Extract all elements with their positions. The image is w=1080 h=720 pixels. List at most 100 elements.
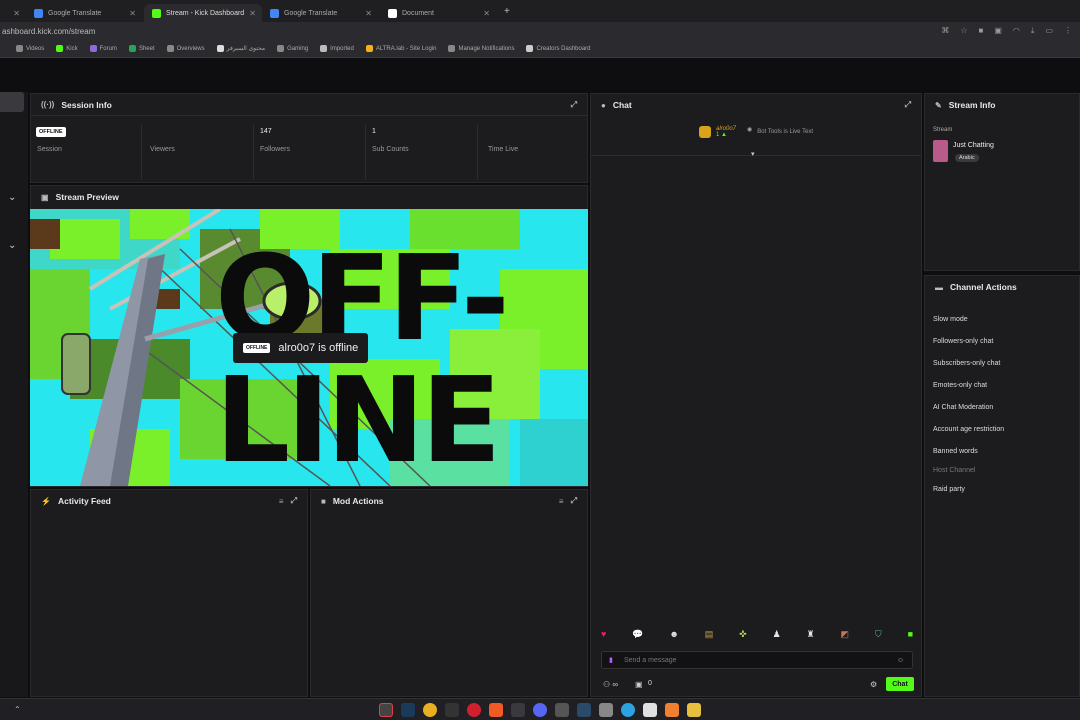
taskbar-app-icon[interactable] — [511, 702, 525, 717]
session-info-panel: ((·)) Session Info ⤢ OFFLINE Session Vie… — [30, 93, 588, 183]
face-emote-icon[interactable]: ◩ — [841, 629, 850, 640]
action-followers-only[interactable]: Followers-only chat — [933, 338, 993, 345]
action-subscribers-only[interactable]: Subscribers-only chat — [933, 360, 1000, 367]
taskbar-app-icon[interactable] — [643, 702, 657, 717]
taskbar-opera-icon[interactable] — [467, 702, 481, 717]
menu-icon[interactable]: ⋮ — [1064, 26, 1072, 36]
action-raid[interactable]: Raid party — [933, 486, 965, 493]
browser-tab[interactable]: Google Translate ✕ — [262, 4, 380, 22]
taskbar-app-icon[interactable] — [445, 702, 459, 717]
taskbar-discord-icon[interactable] — [533, 702, 547, 717]
box-emote-icon[interactable]: ▤ — [705, 629, 714, 640]
download-icon[interactable]: ⤓ — [1031, 26, 1035, 36]
stream-preview-image[interactable]: OFF- LINE OFFLINE alro0o7 is offline — [30, 209, 588, 486]
chat-send-button[interactable]: Chat — [886, 677, 914, 691]
url-text: ashboard.kick.com/stream — [2, 26, 96, 36]
close-icon[interactable]: ✕ — [129, 9, 136, 18]
rail-button[interactable] — [0, 92, 24, 112]
browser-tab[interactable]: Document ✕ — [380, 4, 498, 22]
action-banned-words[interactable]: Banned words — [933, 448, 978, 455]
headphones-icon[interactable]: ◠ — [1013, 26, 1020, 36]
taskbar-cloud-icon[interactable] — [665, 702, 679, 717]
emoji-icon[interactable]: ☺ — [897, 657, 904, 664]
taskbar-brave-icon[interactable] — [489, 702, 503, 717]
bookmark[interactable]: Overviews — [166, 45, 205, 52]
bookmark-label: Manage Notifications — [458, 45, 515, 52]
close-icon[interactable]: ✕ — [483, 9, 490, 18]
taskbar-app-icon[interactable] — [555, 702, 569, 717]
address-bar[interactable]: ashboard.kick.com/stream ⌘ ☆ ■ ▣ ◠ ⤓ ▭ ⋮ — [0, 22, 1080, 40]
chat-input[interactable]: ▮ Send a message ☺ — [601, 651, 913, 669]
chevron-down-icon[interactable]: ⌄ — [8, 240, 16, 251]
browser-tab[interactable]: Google Translate ✕ — [26, 4, 144, 22]
users-icon[interactable]: ⚇ ∞ — [603, 680, 618, 689]
extension-icon[interactable]: ▣ — [994, 26, 1002, 36]
mod-actions-panel: ■ Mod Actions ≡ ⤢ — [310, 489, 588, 697]
close-icon[interactable]: ✕ — [249, 9, 256, 18]
bookmark[interactable]: Sheet — [128, 45, 155, 52]
offline-badge: OFFLINE — [243, 343, 271, 353]
bookmark[interactable]: Kick — [56, 45, 78, 52]
filter-icon[interactable]: ≡ — [279, 497, 284, 506]
chat-input-placeholder: Send a message — [624, 656, 677, 664]
shield-emote-icon[interactable]: ⛉ — [875, 629, 882, 640]
taskbar-app-icon[interactable] — [379, 702, 393, 717]
bookmark[interactable]: Imported — [320, 45, 354, 52]
bookmark[interactable]: Manage Notifications — [448, 45, 514, 52]
taskbar-telegram-icon[interactable] — [621, 702, 635, 717]
figure-emote-icon[interactable]: ♜ — [807, 629, 815, 640]
bookmark-icon — [448, 45, 456, 52]
popout-icon[interactable]: ⤢ — [571, 100, 577, 110]
action-slow-mode[interactable]: Slow mode — [933, 316, 968, 323]
new-tab-icon[interactable]: + — [504, 6, 510, 17]
browser-tab-active[interactable]: Stream - Kick Dashboard ✕ — [144, 4, 262, 22]
skull-emote-icon[interactable]: ☻ — [669, 629, 678, 640]
scroll-down-icon[interactable]: ▾ — [751, 150, 755, 158]
extension-icon[interactable]: ■ — [979, 26, 984, 36]
translate-icon[interactable]: ⌘ — [941, 26, 949, 36]
taskbar-arrow-icon[interactable]: ⌃ — [14, 705, 21, 714]
popout-icon[interactable]: ⤢ — [571, 496, 577, 506]
bunny-emote-icon[interactable]: ✜ — [739, 629, 747, 640]
stream-tag[interactable]: Arabic — [955, 154, 979, 162]
heart-emote-icon[interactable]: ♥ — [601, 629, 606, 640]
close-icon[interactable]: ✕ — [13, 9, 20, 18]
chevron-down-icon[interactable]: ⌄ — [8, 192, 16, 203]
split-icon[interactable]: ▭ — [1045, 26, 1053, 36]
panel-header: ● Chat ⤢ — [591, 94, 921, 116]
bookmark-label: Gaming — [287, 45, 309, 52]
popout-icon[interactable]: ⤢ — [291, 496, 297, 506]
taskbar-app-icon[interactable] — [577, 702, 591, 717]
bookmark[interactable]: Forum — [89, 45, 117, 52]
taskbar-chrome-icon[interactable] — [423, 702, 437, 717]
trash-icon[interactable]: ▣ — [635, 680, 643, 689]
taskbar-steam-icon[interactable] — [401, 702, 415, 717]
stream-category[interactable]: Just Chatting — [953, 142, 994, 149]
action-host-channel[interactable]: Host Channel — [933, 467, 975, 474]
mic-icon[interactable]: ▮ — [609, 656, 613, 664]
video-icon: ▣ — [41, 192, 49, 202]
browser-tab[interactable]: ✕ — [0, 4, 26, 22]
panel-title: Stream Preview — [55, 192, 119, 202]
popout-icon[interactable]: ⤢ — [905, 100, 911, 110]
star-icon[interactable]: ☆ — [960, 26, 967, 36]
offline-status-text: alro0o7 is offline — [278, 342, 359, 354]
taskbar-folder-icon[interactable] — [687, 702, 701, 717]
panel-header: ▣ Stream Preview — [31, 186, 587, 208]
bookmark[interactable]: ALTRA.lab - Site Login — [365, 45, 436, 52]
settings-icon[interactable]: ⚙ — [870, 680, 877, 689]
kick-emote-icon[interactable]: ■ — [908, 629, 913, 640]
bookmark[interactable]: Creators Dashboard — [526, 45, 591, 52]
action-ai-moderation[interactable]: AI Chat Moderation — [933, 404, 993, 411]
filter-icon[interactable]: ≡ — [559, 497, 564, 506]
speech-emote-icon[interactable]: 💬 — [632, 629, 643, 640]
close-icon[interactable]: ✕ — [365, 9, 372, 18]
bookmark[interactable]: Gaming — [277, 45, 308, 52]
figure-emote-icon[interactable]: ♟ — [773, 629, 781, 640]
action-account-age[interactable]: Account age restriction — [933, 426, 1004, 433]
taskbar-app-icon[interactable] — [599, 702, 613, 717]
offline-status-label: OFFLINE alro0o7 is offline — [233, 333, 369, 363]
bookmark[interactable]: Videos — [16, 45, 44, 52]
bookmark[interactable]: محتوى السيرفر — [216, 45, 265, 52]
action-emotes-only[interactable]: Emotes-only chat — [933, 382, 987, 389]
